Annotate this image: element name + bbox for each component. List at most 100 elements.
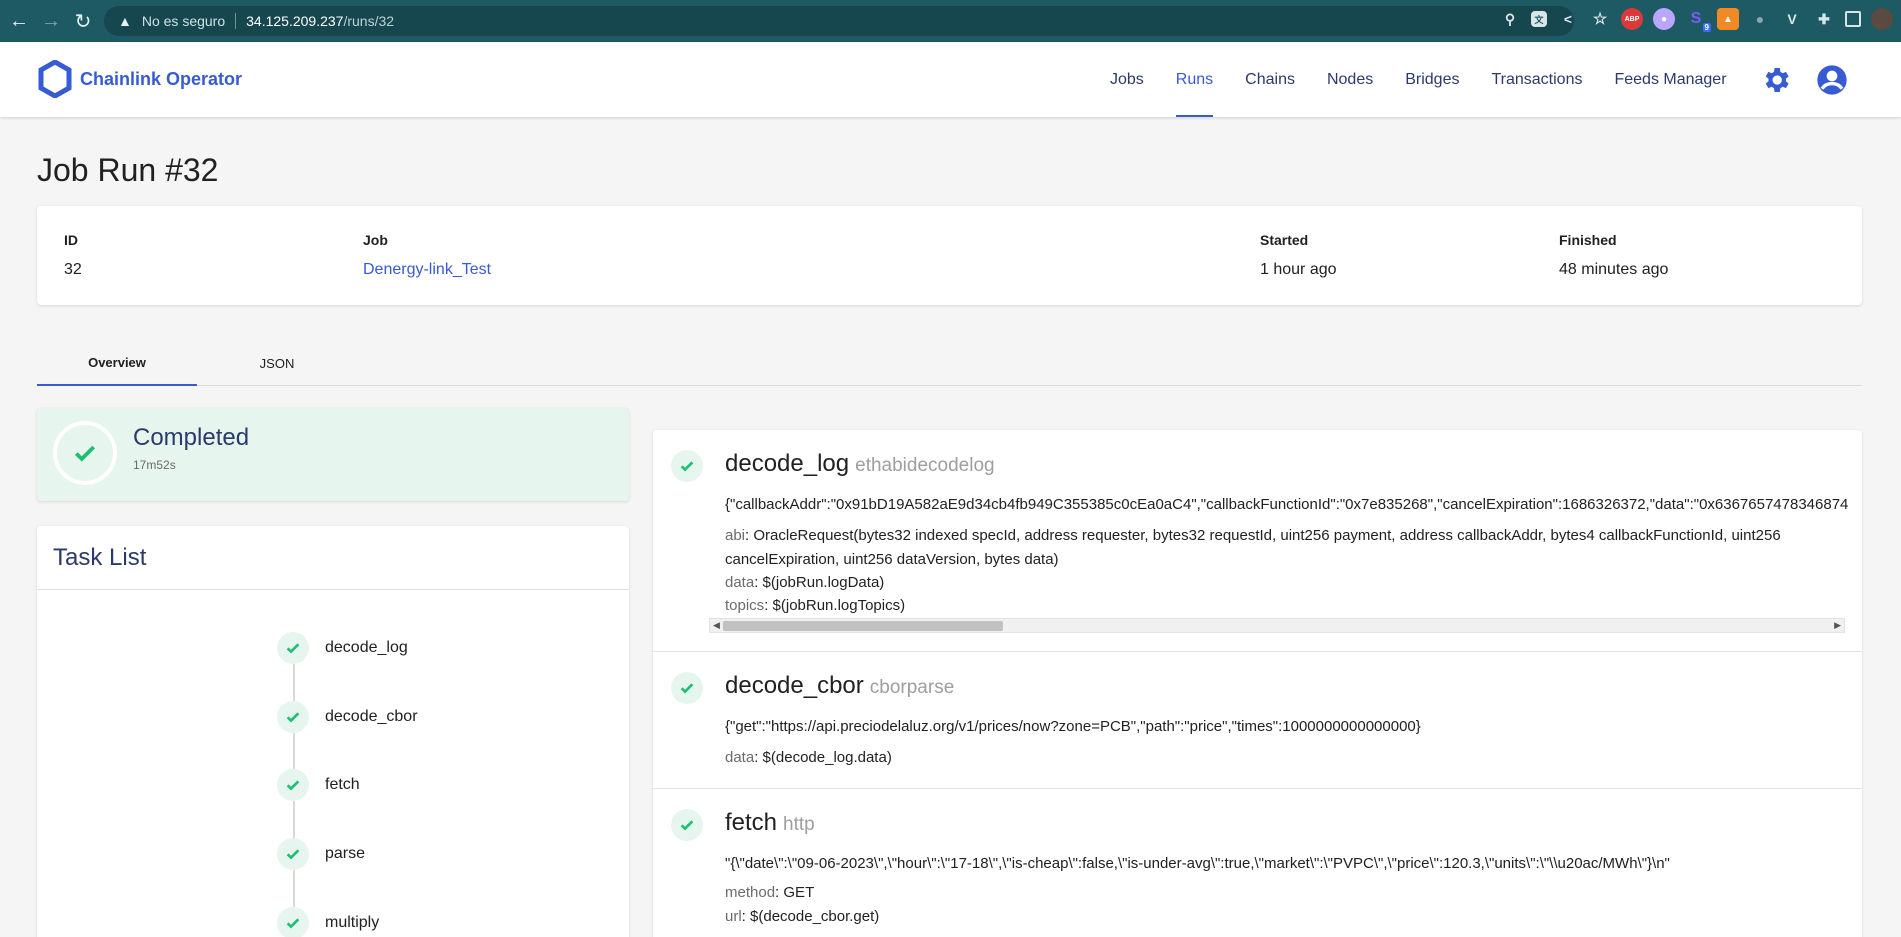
task-connector [293, 870, 295, 907]
nav-feeds-manager[interactable]: Feeds Manager [1614, 42, 1726, 117]
nav-nodes[interactable]: Nodes [1327, 42, 1373, 117]
task-node-multiply[interactable]: multiply [277, 907, 379, 937]
nav-chains[interactable]: Chains [1245, 42, 1295, 117]
gear-icon[interactable] [1760, 64, 1792, 96]
started-label: Started [1260, 232, 1309, 248]
s-extension-icon[interactable]: S9 [1685, 8, 1711, 32]
scroll-left-icon[interactable]: ◀ [713, 620, 720, 631]
task-list-card: Task List decode_log decode_cbor fetch p… [37, 526, 629, 937]
forward-arrow-icon[interactable]: → [34, 4, 68, 38]
task-name: decode_cbor [725, 672, 864, 699]
job-link[interactable]: Denergy-link_Test [363, 261, 491, 279]
nav-bridges[interactable]: Bridges [1405, 42, 1459, 117]
reload-icon[interactable]: ↻ [66, 4, 100, 38]
run-tabs: Overview JSON [37, 340, 1862, 386]
task-detail-decode-cbor: decode_cbor cborparse {"get":"https://api… [653, 652, 1862, 789]
run-details-card: ID 32 Job Denergy-link_Test Started 1 ho… [37, 206, 1862, 305]
check-icon [671, 672, 703, 704]
url-host: 34.125.209.237 [246, 13, 344, 29]
nav-runs[interactable]: Runs [1175, 42, 1214, 117]
task-node-label: parse [325, 845, 366, 862]
detail-finished: Finished 48 minutes ago [1559, 232, 1668, 279]
tab-json[interactable]: JSON [197, 340, 357, 386]
task-connector [293, 733, 295, 770]
status-duration: 17m52s [133, 458, 176, 472]
task-list-title: Task List [53, 544, 147, 571]
chainlink-logo-icon [38, 60, 72, 98]
s-badge: 9 [1702, 23, 1711, 32]
ghost-icon[interactable]: ● [1653, 8, 1675, 30]
task-param-data: data: $(jobRun.logData) [725, 574, 885, 591]
divider [235, 13, 237, 29]
finished-value: 48 minutes ago [1559, 261, 1669, 278]
task-param-method: method: GET [725, 884, 815, 901]
check-icon [671, 809, 703, 841]
scrollbar-thumb[interactable] [723, 621, 1003, 631]
translate-icon[interactable]: 文 [1531, 11, 1547, 27]
status-check-icon [53, 421, 117, 485]
task-param-data: data: $(decode_log.data) [725, 749, 892, 766]
browser-extensions: ⚲ 文 < ☆ ABP ● S9 ▲ ● V ✚ [1499, 8, 1893, 32]
nav-jobs[interactable]: Jobs [1110, 42, 1144, 117]
v-extension-icon[interactable]: V [1781, 8, 1803, 30]
param-value: cancelExpiration, uint256 dataVersion, b… [725, 551, 1059, 568]
bug-icon[interactable]: ● [1749, 8, 1771, 30]
insecure-label: No es seguro [141, 13, 226, 29]
brand[interactable]: Chainlink Operator [38, 60, 242, 98]
task-node-label: multiply [325, 914, 380, 931]
horizontal-scrollbar[interactable]: ◀ ▶ [709, 618, 1845, 633]
task-node-decode-log[interactable]: decode_log [277, 632, 408, 664]
sidebar-icon[interactable] [1845, 11, 1861, 27]
page-title: Job Run #32 [37, 152, 219, 188]
address-bar[interactable]: ▲ No es seguro 34.125.209.237/runs/32 [104, 6, 1574, 36]
task-details-panel: decode_log ethabidecodelog {"callbackAddr… [653, 430, 1862, 937]
check-icon [277, 701, 309, 733]
task-output: "{\"date\":\"09-06-2023\",\"hour\":\"17-… [725, 855, 1670, 872]
nav-transactions[interactable]: Transactions [1491, 42, 1582, 117]
star-icon[interactable]: ☆ [1589, 8, 1611, 30]
detail-started: Started 1 hour ago [1260, 232, 1337, 279]
task-heading: fetch http [725, 809, 815, 837]
task-node-label: fetch [325, 776, 360, 793]
task-param-abi-continued: cancelExpiration, uint256 dataVersion, b… [725, 548, 1059, 572]
detail-id: ID 32 [64, 232, 82, 279]
warning-icon: ▲ [118, 13, 132, 29]
scroll-right-icon[interactable]: ▶ [1834, 620, 1841, 631]
puzzle-icon[interactable]: ✚ [1813, 8, 1835, 30]
task-node-decode-cbor[interactable]: decode_cbor [277, 701, 418, 733]
task-name: decode_log [725, 450, 850, 477]
task-detail-decode-log: decode_log ethabidecodelog {"callbackAddr… [653, 430, 1862, 652]
task-node-parse[interactable]: parse [277, 838, 365, 870]
url-path: /runs/32 [343, 13, 395, 29]
run-status-card: Completed 17m52s [37, 408, 629, 501]
task-param-abi: abi: OracleRequest(bytes32 indexed specI… [725, 527, 1781, 544]
started-value: 1 hour ago [1260, 261, 1337, 278]
task-heading: decode_cbor cborparse [725, 672, 954, 700]
task-param-url: url: $(decode_cbor.get) [725, 908, 880, 925]
id-value: 32 [64, 261, 82, 278]
share-icon[interactable]: < [1557, 8, 1579, 30]
task-connector [293, 664, 295, 701]
param-key: url [725, 908, 742, 925]
task-type: cborparse [869, 677, 955, 698]
key-icon[interactable]: ⚲ [1499, 8, 1521, 30]
back-arrow-icon[interactable]: ← [2, 4, 36, 38]
param-key: data [725, 574, 755, 591]
task-node-fetch[interactable]: fetch [277, 769, 360, 801]
param-value: OracleRequest(bytes32 indexed specId, ad… [753, 527, 1781, 544]
adblock-icon[interactable]: ABP [1621, 8, 1643, 30]
profile-avatar[interactable] [1871, 8, 1893, 30]
account-icon[interactable] [1816, 64, 1848, 96]
task-output: {"callbackAddr":"0x91bD19A582aE9d34cb4fb… [725, 496, 1849, 513]
task-detail-fetch: fetch http "{\"date\":\"09-06-2023\",\"ho… [653, 789, 1862, 937]
metamask-icon[interactable]: ▲ [1717, 8, 1739, 30]
task-type: ethabidecodelog [855, 455, 995, 476]
check-icon [671, 450, 703, 482]
task-output: {"get":"https://api.preciodelaluz.org/v1… [725, 718, 1421, 735]
browser-toolbar: ← → ↻ ▲ No es seguro 34.125.209.237/runs… [0, 0, 1901, 42]
finished-label: Finished [1559, 232, 1617, 248]
check-icon [277, 632, 309, 664]
tab-overview[interactable]: Overview [37, 340, 197, 386]
app-header: Chainlink Operator Jobs Runs Chains Node… [0, 42, 1901, 117]
param-key: abi [725, 527, 746, 544]
